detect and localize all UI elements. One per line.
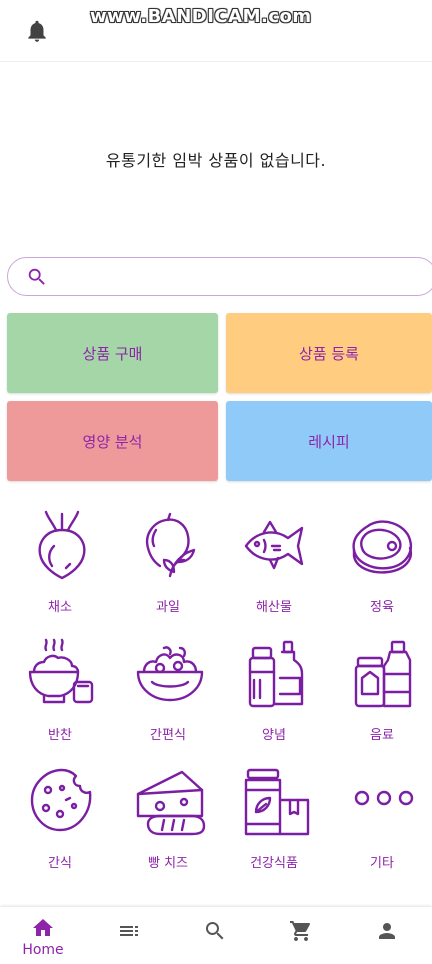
buy-products-button[interactable]: 상품 구매 [7, 313, 218, 393]
cart-icon [290, 921, 311, 941]
bread-cheese-icon [136, 770, 206, 836]
category-label: 간식 [48, 856, 72, 871]
category-vegetables[interactable]: 채소 [10, 510, 110, 630]
nav-home[interactable]: Home [0, 907, 86, 964]
nutrition-analysis-button[interactable]: 영양 분석 [7, 401, 218, 481]
search-icon [28, 268, 45, 285]
nav-cart[interactable] [258, 907, 344, 964]
category-label: 음료 [370, 728, 394, 743]
register-product-label: 상품 등록 [299, 344, 359, 363]
category-label: 빵 치즈 [147, 856, 188, 871]
nutrition-analysis-label: 영양 분석 [82, 432, 143, 451]
person-icon [379, 923, 395, 939]
category-bread-cheese[interactable]: 빵 치즈 [118, 766, 218, 886]
bottom-navigation: Home [0, 907, 432, 964]
category-snacks[interactable]: 간식 [10, 766, 110, 886]
category-others[interactable]: 기타 [332, 766, 432, 886]
category-label: 반찬 [48, 728, 72, 743]
app-screen: www.BANDICAM.com 유통기한 임박 상품이 없습니다. 상품 구매… [0, 0, 432, 964]
expiry-notice: 유통기한 임박 상품이 없습니다. [105, 151, 327, 170]
search-icon [206, 922, 224, 940]
category-health-food[interactable]: 건강식품 [224, 766, 324, 886]
top-app-bar: www.BANDICAM.com [0, 0, 432, 62]
category-seasoning[interactable]: 양념 [224, 638, 324, 758]
nav-home-label: Home [22, 942, 64, 958]
category-label: 정육 [370, 600, 394, 615]
search-bar[interactable] [7, 257, 432, 296]
home-icon [33, 919, 53, 936]
nav-list[interactable] [86, 907, 172, 964]
condiment-bottles-icon [248, 640, 304, 708]
category-seafood[interactable]: 해산물 [224, 510, 324, 630]
search-input[interactable] [58, 264, 418, 290]
bell-icon[interactable] [24, 18, 50, 44]
nav-search[interactable] [172, 907, 258, 964]
more-dots-icon [354, 790, 414, 806]
category-label: 양념 [262, 728, 286, 743]
list-icon [120, 926, 138, 936]
register-product-button[interactable]: 상품 등록 [226, 313, 432, 393]
fish-icon [244, 520, 304, 570]
category-drinks[interactable]: 음료 [332, 638, 432, 758]
category-label: 기타 [370, 856, 394, 871]
category-meat[interactable]: 정육 [332, 510, 432, 630]
buy-products-label: 상품 구매 [82, 344, 143, 363]
category-side-dishes[interactable]: 반찬 [10, 638, 110, 758]
category-convenience-food[interactable]: 간편식 [118, 638, 218, 758]
cookie-icon [30, 768, 92, 832]
recorder-watermark: www.BANDICAM.com [90, 6, 312, 27]
beet-icon [38, 510, 86, 580]
health-food-icon [244, 768, 310, 836]
fruit-icon [145, 512, 196, 578]
category-label: 간편식 [150, 728, 186, 743]
category-label: 채소 [48, 600, 72, 615]
category-fruit[interactable]: 과일 [118, 510, 218, 630]
nav-profile[interactable] [344, 907, 430, 964]
salad-bowl-icon [136, 646, 204, 702]
drink-bottles-icon [354, 640, 412, 708]
category-label: 해산물 [256, 600, 292, 615]
recipe-button[interactable]: 레시피 [226, 401, 432, 481]
steak-icon [352, 520, 413, 574]
rice-bowl-icon [28, 638, 94, 704]
recipe-label: 레시피 [308, 432, 350, 451]
category-label: 과일 [156, 600, 180, 615]
category-label: 건강식품 [250, 856, 298, 871]
